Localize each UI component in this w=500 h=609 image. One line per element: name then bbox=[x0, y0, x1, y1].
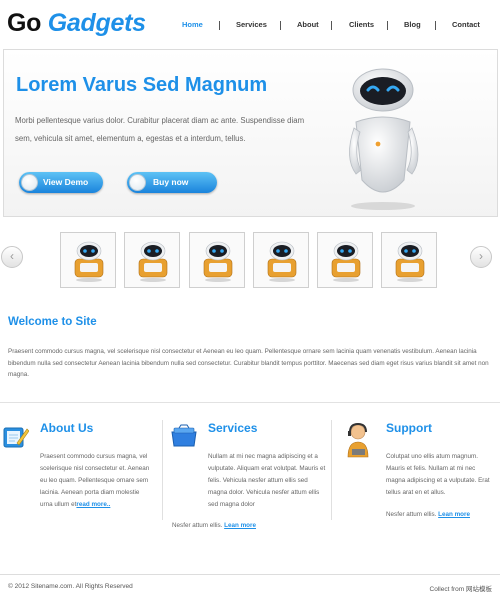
view-demo-button[interactable]: View Demo bbox=[19, 172, 103, 193]
robot-thumbnail-icon bbox=[267, 241, 297, 282]
services-more: Nesfer attum ellis. Lean more bbox=[172, 520, 322, 532]
support-title: Support bbox=[386, 421, 432, 435]
welcome-text: Praesent commodo cursus magna, vel scele… bbox=[8, 348, 489, 378]
robot-thumbnail-icon bbox=[138, 241, 168, 282]
services-learn-more-link[interactable]: Lean more bbox=[224, 522, 256, 529]
about-us-read-more-link[interactable]: read more.. bbox=[76, 501, 110, 508]
carousel-thumbnail[interactable] bbox=[124, 232, 180, 288]
hero-title: Lorem Varus Sed Magnum bbox=[16, 74, 268, 96]
carousel-thumbnail[interactable] bbox=[189, 232, 245, 288]
nav-separator bbox=[331, 21, 332, 30]
robot-thumbnail-icon bbox=[203, 241, 233, 282]
chevron-right-icon: › bbox=[479, 249, 483, 263]
carousel-prev-button[interactable]: ‹ bbox=[1, 246, 23, 268]
robot-image bbox=[338, 62, 428, 212]
services-title: Services bbox=[208, 421, 258, 435]
footer-copyright: © 2012 Sitename.com. All Rights Reserved bbox=[8, 583, 133, 590]
view-demo-label: View Demo bbox=[43, 177, 89, 187]
nav-separator bbox=[280, 21, 281, 30]
nav-item-home[interactable]: Home bbox=[182, 20, 203, 29]
support-text: Colutpat uno ellis atum magnum. Mauris e… bbox=[386, 453, 490, 496]
logo-text-go: Go bbox=[7, 9, 42, 37]
hero-text: Morbi pellentesque varius dolor. Curabit… bbox=[15, 116, 305, 143]
carousel-thumbnail[interactable] bbox=[317, 232, 373, 288]
nav-item-contact[interactable]: Contact bbox=[452, 20, 480, 29]
carousel-thumbnail[interactable] bbox=[60, 232, 116, 288]
support-agent-icon bbox=[344, 422, 372, 464]
footer-credit[interactable]: Collect from 网站模板 bbox=[430, 583, 492, 593]
carousel-thumbnail[interactable] bbox=[253, 232, 309, 288]
support-learn-more-link[interactable]: Lean more bbox=[438, 511, 470, 518]
nav-separator bbox=[387, 21, 388, 30]
hero-banner: Lorem Varus Sed Magnum Morbi pellentesqu… bbox=[3, 49, 498, 217]
section-divider bbox=[0, 402, 500, 403]
carousel-thumbnail[interactable] bbox=[381, 232, 437, 288]
nav-separator bbox=[219, 21, 220, 30]
nav-item-blog[interactable]: Blog bbox=[404, 20, 421, 29]
logo-text-gadgets: Gadgets bbox=[47, 9, 146, 37]
nav-separator bbox=[435, 21, 436, 30]
services-text: Nullam at mi nec magna adipiscing et a v… bbox=[208, 453, 326, 508]
footer-divider bbox=[0, 574, 500, 575]
robot-thumbnail-icon bbox=[74, 241, 104, 282]
about-us-text: Praesent commodo cursus magna, vel scele… bbox=[40, 451, 152, 511]
chevron-left-icon: ‹ bbox=[10, 249, 14, 263]
support-more-text: Nesfer attum ellis. bbox=[386, 511, 437, 518]
about-us-body: Praesent commodo cursus magna, vel scele… bbox=[40, 453, 150, 508]
carousel-next-button[interactable]: › bbox=[470, 246, 492, 268]
button-knob-icon bbox=[21, 174, 38, 191]
buy-now-label: Buy now bbox=[153, 177, 189, 187]
buy-now-button[interactable]: Buy now bbox=[127, 172, 217, 193]
column-divider bbox=[162, 420, 163, 520]
robot-thumbnail-icon bbox=[331, 241, 361, 282]
notepad-pencil-icon bbox=[3, 425, 30, 454]
toolbox-icon bbox=[170, 424, 198, 453]
button-knob-icon bbox=[129, 174, 146, 191]
nav-item-services[interactable]: Services bbox=[236, 20, 267, 29]
about-us-title: About Us bbox=[40, 421, 94, 435]
nav-item-about[interactable]: About bbox=[297, 20, 319, 29]
site-header: Go Gadgets Home Services About Clients B… bbox=[0, 0, 500, 50]
column-divider bbox=[331, 420, 332, 520]
services-more-text: Nesfer attum ellis. bbox=[172, 522, 223, 529]
site-logo[interactable]: Go Gadgets bbox=[7, 9, 146, 38]
robot-thumbnail-icon bbox=[395, 241, 425, 282]
welcome-title: Welcome to Site bbox=[8, 316, 97, 328]
support-more: Nesfer attum ellis. Lean more bbox=[386, 509, 496, 521]
nav-item-clients[interactable]: Clients bbox=[349, 20, 374, 29]
